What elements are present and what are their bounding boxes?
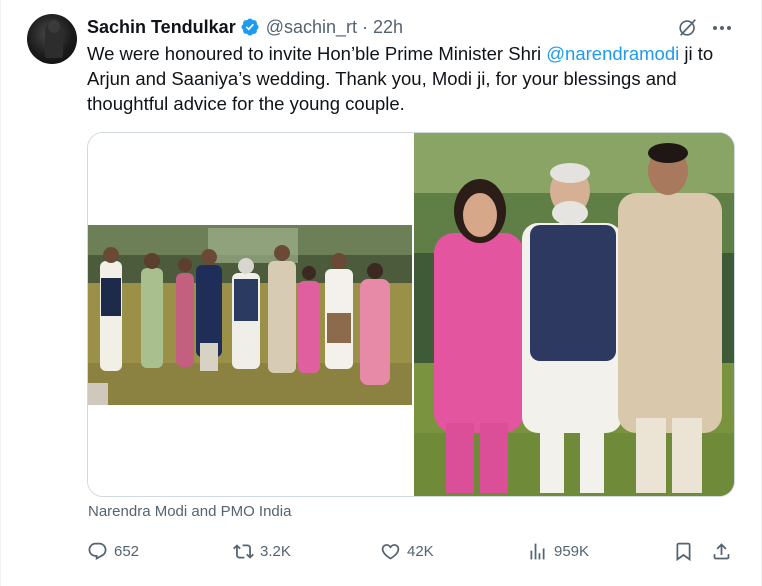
bookmark-button[interactable] bbox=[673, 538, 694, 564]
author-name[interactable]: Sachin Tendulkar bbox=[87, 17, 236, 38]
grok-icon[interactable] bbox=[677, 16, 699, 38]
reply-icon bbox=[88, 542, 107, 560]
avatar-head bbox=[48, 20, 60, 33]
repost-button[interactable]: 3.2K bbox=[233, 538, 291, 564]
avatar[interactable] bbox=[27, 14, 77, 64]
bookmark-icon bbox=[676, 542, 691, 561]
media-photo-group[interactable] bbox=[88, 133, 412, 496]
views-button[interactable]: 959K bbox=[527, 538, 589, 564]
like-button[interactable]: 42K bbox=[380, 538, 434, 564]
action-bar: 652 3.2K 42K 959K bbox=[87, 538, 737, 564]
tweet-card: Sachin Tendulkar @sachin_rt · 22h We wer… bbox=[0, 0, 762, 586]
reply-count: 652 bbox=[114, 542, 140, 560]
author-handle[interactable]: @sachin_rt bbox=[266, 17, 357, 38]
reply-button[interactable]: 652 bbox=[87, 538, 139, 564]
repost-count: 3.2K bbox=[260, 542, 291, 560]
tweet-text-part1: We were honoured to invite Hon’ble Prime… bbox=[87, 43, 547, 64]
views-icon bbox=[530, 543, 545, 559]
share-button[interactable] bbox=[711, 538, 732, 564]
media-grid bbox=[87, 132, 735, 497]
tweet-text: We were honoured to invite Hon’ble Prime… bbox=[87, 41, 737, 116]
repost-icon bbox=[233, 543, 254, 559]
timestamp[interactable]: 22h bbox=[373, 17, 403, 38]
tweet-header: Sachin Tendulkar @sachin_rt · 22h bbox=[87, 15, 403, 39]
more-icon[interactable] bbox=[710, 18, 734, 38]
media-photo-trio[interactable] bbox=[414, 133, 734, 496]
share-icon bbox=[713, 542, 730, 559]
separator-dot: · bbox=[362, 16, 369, 37]
mention-link[interactable]: @narendramodi bbox=[546, 43, 679, 64]
like-count: 42K bbox=[407, 542, 434, 560]
media-caption[interactable]: Narendra Modi and PMO India bbox=[88, 503, 291, 520]
verified-badge-icon bbox=[240, 17, 260, 37]
heart-icon bbox=[381, 543, 400, 560]
views-count: 959K bbox=[554, 542, 590, 560]
